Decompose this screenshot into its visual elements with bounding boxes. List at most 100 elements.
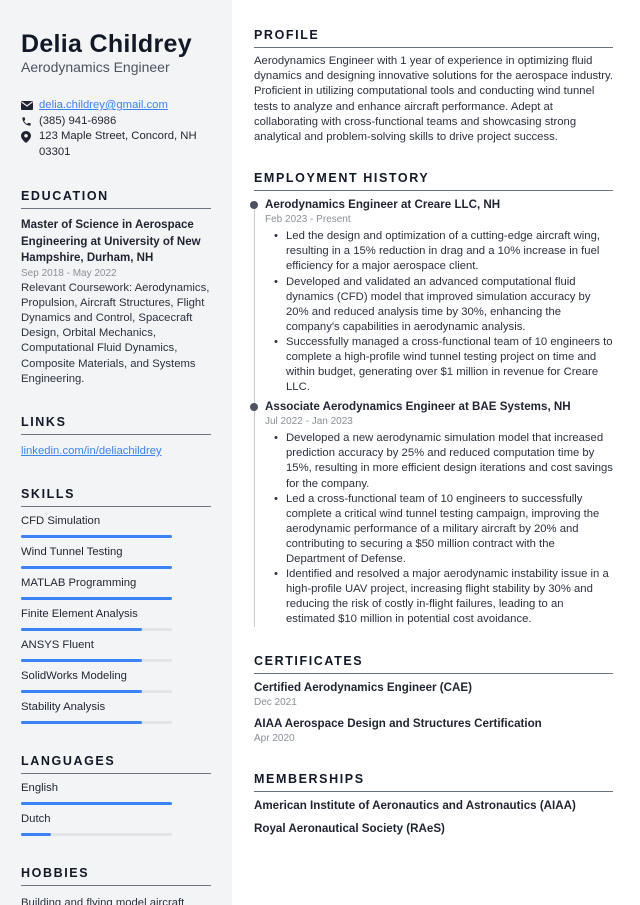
skill-item: Wind Tunnel Testing bbox=[21, 538, 211, 569]
certificate-name: AIAA Aerospace Design and Structures Cer… bbox=[254, 717, 542, 731]
languages-heading: LANGUAGES bbox=[21, 754, 211, 774]
membership-item: Royal Aeronautical Society (RAeS) bbox=[254, 822, 445, 836]
skill-item: CFD Simulation bbox=[21, 507, 211, 538]
job-entry: Aerodynamics Engineer at Creare LLC, NH F… bbox=[250, 197, 613, 395]
job-dates: Jul 2022 - Jan 2023 bbox=[265, 416, 353, 428]
job-bullet: Led a cross-functional team of 10 engine… bbox=[274, 492, 613, 567]
skills-list: CFD Simulation Wind Tunnel Testing MATLAB … bbox=[21, 507, 211, 724]
skill-item: Finite Element Analysis bbox=[21, 600, 211, 631]
skills-section: SKILLS CFD Simulation Wind Tunnel Testing… bbox=[21, 487, 211, 724]
skill-label: MATLAB Programming bbox=[21, 576, 137, 589]
skill-level-fill bbox=[21, 720, 142, 724]
employment-section: EMPLOYMENT HISTORY Aerodynamics Engineer… bbox=[250, 171, 613, 628]
certificates-heading: CERTIFICATES bbox=[254, 654, 613, 675]
job-entry: Associate Aerodynamics Engineer at BAE S… bbox=[250, 399, 613, 627]
skill-item: SolidWorks Modeling bbox=[21, 662, 211, 693]
language-item: Dutch bbox=[21, 805, 211, 836]
employment-timeline: Aerodynamics Engineer at Creare LLC, NH F… bbox=[250, 197, 613, 628]
job-bullet: Developed a new aerodynamic simulation m… bbox=[274, 431, 613, 491]
languages-section: LANGUAGES English Dutch bbox=[21, 754, 211, 836]
skill-label: ANSYS Fluent bbox=[21, 638, 94, 651]
certificate-item: AIAA Aerospace Design and Structures Cer… bbox=[254, 716, 613, 746]
skill-label: SolidWorks Modeling bbox=[21, 669, 127, 682]
job-bullets: Led the design and optimization of a cut… bbox=[265, 229, 613, 395]
membership-item: American Institute of Aeronautics and As… bbox=[254, 799, 576, 813]
skill-level-bar bbox=[21, 689, 172, 693]
memberships-section: MEMBERSHIPS American Institute of Aerona… bbox=[254, 772, 613, 837]
skill-level-bar bbox=[21, 565, 172, 569]
contact-address: 123 Maple Street, Concord, NH 03301 bbox=[21, 129, 211, 160]
hobbies-section: HOBBIES Building and flying model aircra… bbox=[21, 866, 211, 905]
job-bullets: Developed a new aerodynamic simulation m… bbox=[265, 431, 613, 627]
profile-heading: PROFILE bbox=[254, 28, 613, 48]
timeline-dot-icon bbox=[250, 403, 258, 412]
language-level-bar bbox=[21, 801, 172, 805]
skill-level-bar bbox=[21, 534, 172, 538]
education-dates: Sep 2018 - May 2022 bbox=[21, 267, 117, 279]
languages-list: English Dutch bbox=[21, 774, 211, 836]
certificate-date: Dec 2021 bbox=[254, 697, 297, 709]
language-level-bar bbox=[21, 832, 172, 836]
certificates-list: Certified Aerodynamics Engineer (CAE) Dec… bbox=[254, 680, 613, 746]
job-bullet: Identified and resolved a major aerodyna… bbox=[274, 567, 613, 627]
skill-label: Finite Element Analysis bbox=[21, 607, 138, 620]
profile-text: Aerodynamics Engineer with 1 year of exp… bbox=[254, 55, 613, 144]
language-label: Dutch bbox=[21, 812, 51, 825]
skill-label: CFD Simulation bbox=[21, 514, 101, 527]
education-section: EDUCATION Master of Science in Aerospace… bbox=[21, 189, 211, 387]
map-pin-icon bbox=[21, 129, 39, 144]
skill-level-fill bbox=[21, 658, 142, 662]
education-description: Relevant Coursework: Aerodynamics, Propu… bbox=[21, 281, 210, 385]
skill-level-fill bbox=[21, 534, 172, 538]
links-section: LINKS linkedin.com/in/deliachildrey bbox=[21, 415, 211, 459]
certificate-date: Apr 2020 bbox=[254, 733, 295, 745]
phone-icon bbox=[21, 114, 39, 129]
contact-info: delia.childrey@gmail.com (385) 941-6986 … bbox=[21, 98, 211, 160]
skill-level-bar bbox=[21, 658, 172, 662]
job-title: Associate Aerodynamics Engineer at BAE S… bbox=[265, 400, 571, 414]
job-dates: Feb 2023 - Present bbox=[265, 214, 351, 226]
language-item: English bbox=[21, 774, 211, 805]
memberships-list: American Institute of Aeronautics and As… bbox=[254, 798, 613, 837]
education-heading: EDUCATION bbox=[21, 189, 211, 209]
skill-item: MATLAB Programming bbox=[21, 569, 211, 600]
job-bullet: Led the design and optimization of a cut… bbox=[274, 229, 613, 274]
profile-section: PROFILE Aerodynamics Engineer with 1 yea… bbox=[254, 28, 613, 145]
education-degree: Master of Science in Aerospace Engineeri… bbox=[21, 219, 201, 264]
hobbies-heading: HOBBIES bbox=[21, 866, 211, 886]
job-title: Aerodynamics Engineer at Creare LLC, NH bbox=[265, 198, 501, 212]
phone-number: (385) 941-6986 bbox=[39, 114, 117, 127]
certificates-section: CERTIFICATES Certified Aerodynamics Engi… bbox=[254, 654, 613, 746]
envelope-icon bbox=[21, 98, 39, 113]
employment-heading: EMPLOYMENT HISTORY bbox=[254, 171, 613, 192]
skill-level-bar bbox=[21, 596, 172, 600]
timeline-dot-icon bbox=[250, 201, 258, 210]
skill-level-bar bbox=[21, 720, 172, 724]
language-level-fill bbox=[21, 832, 52, 836]
skill-label: Wind Tunnel Testing bbox=[21, 545, 123, 558]
skill-level-fill bbox=[21, 627, 142, 631]
email-link[interactable]: delia.childrey@gmail.com bbox=[39, 98, 168, 114]
sidebar: Delia Childrey Aerodynamics Engineer del… bbox=[0, 0, 232, 905]
language-level-fill bbox=[21, 801, 172, 805]
job-bullet: Successfully managed a cross-functional … bbox=[274, 335, 613, 395]
main-content: PROFILE Aerodynamics Engineer with 1 yea… bbox=[232, 0, 640, 905]
skills-heading: SKILLS bbox=[21, 487, 211, 507]
skill-level-bar bbox=[21, 627, 172, 631]
links-heading: LINKS bbox=[21, 415, 211, 435]
skill-item: ANSYS Fluent bbox=[21, 631, 211, 662]
job-bullet: Developed and validated an advanced comp… bbox=[274, 275, 613, 335]
candidate-name: Delia Childrey bbox=[21, 30, 192, 58]
skill-item: Stability Analysis bbox=[21, 693, 211, 724]
address: 123 Maple Street, Concord, NH 03301 bbox=[39, 130, 197, 158]
skill-label: Stability Analysis bbox=[21, 700, 106, 713]
certificate-name: Certified Aerodynamics Engineer (CAE) bbox=[254, 681, 472, 695]
skill-level-fill bbox=[21, 689, 142, 693]
hobbies-text: Building and flying model aircraft bbox=[21, 896, 185, 905]
certificate-item: Certified Aerodynamics Engineer (CAE) Dec… bbox=[254, 680, 613, 710]
linkedin-link[interactable]: linkedin.com/in/deliachildrey bbox=[21, 444, 162, 459]
memberships-heading: MEMBERSHIPS bbox=[254, 772, 613, 793]
skill-level-fill bbox=[21, 596, 172, 600]
skill-level-fill bbox=[21, 565, 172, 569]
contact-phone: (385) 941-6986 bbox=[21, 114, 211, 130]
